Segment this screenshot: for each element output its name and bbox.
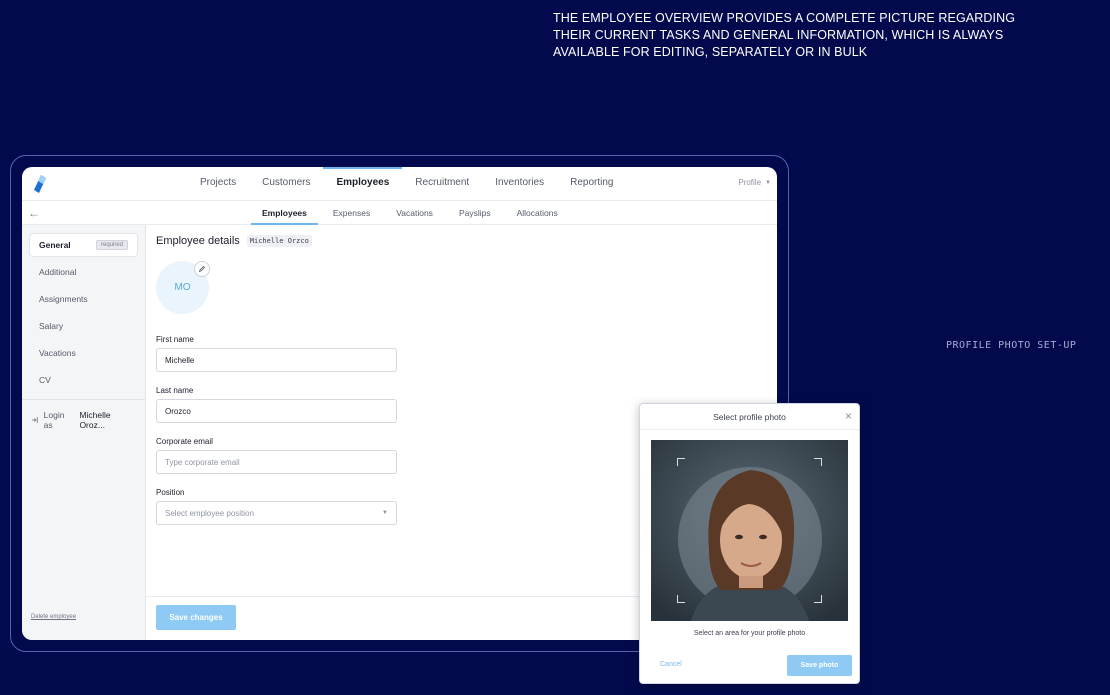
- profile-label: Profile: [738, 178, 762, 187]
- back-arrow-icon[interactable]: ←: [28, 206, 40, 220]
- crop-corner: [677, 595, 685, 603]
- sub-navigation: ← Employees Expenses Vacations Payslips …: [22, 201, 777, 225]
- sidebar: General required Additional Assignments …: [22, 225, 146, 640]
- last-name-input[interactable]: Orozco: [156, 399, 397, 423]
- sidebar-item-label: Salary: [39, 321, 64, 331]
- sidebar-item-cv[interactable]: CV: [30, 369, 137, 391]
- portrait-photo: [651, 440, 848, 621]
- nav-employees[interactable]: Employees: [323, 167, 403, 201]
- login-prefix: Login as: [43, 410, 65, 430]
- crop-corner: [677, 458, 685, 466]
- sidebar-item-salary[interactable]: Salary: [30, 315, 137, 337]
- last-name-field: Last name Orozco: [156, 386, 397, 423]
- select-photo-modal: Select profile photo × Select an area fo…: [639, 403, 860, 684]
- email-input[interactable]: Type corporate email: [156, 450, 397, 474]
- modal-title: Select profile photo: [640, 404, 859, 430]
- sidebar-item-label: General: [39, 240, 71, 250]
- save-changes-button[interactable]: Save changes: [156, 605, 236, 630]
- side-caption: PROFILE PHOTO SET-UP: [946, 340, 1077, 351]
- title-row: Employee details Michelle Orzco: [156, 235, 312, 247]
- tab-allocations[interactable]: Allocations: [504, 201, 571, 225]
- pencil-icon[interactable]: [194, 261, 210, 277]
- login-icon: [31, 417, 38, 423]
- sub-nav-items: Employees Expenses Vacations Payslips Al…: [249, 201, 571, 225]
- profile-menu[interactable]: Profile ▼: [738, 178, 771, 187]
- page-title: Employee details: [156, 235, 240, 247]
- headline-text: THE EMPLOYEE OVERVIEW PROVIDES A COMPLET…: [553, 11, 1016, 59]
- tab-vacations[interactable]: Vacations: [383, 201, 446, 225]
- position-select[interactable]: Select employee position ▼: [156, 501, 397, 525]
- login-name: Michelle Oroz...: [79, 410, 111, 430]
- sidebar-divider: [22, 399, 145, 400]
- sidebar-menu: General required Additional Assignments …: [22, 225, 145, 391]
- nav-reporting[interactable]: Reporting: [557, 167, 626, 201]
- cancel-button[interactable]: Cancel: [660, 661, 682, 668]
- position-placeholder: Select employee position: [165, 508, 254, 518]
- close-icon[interactable]: ×: [845, 409, 852, 423]
- email-field: Corporate email Type corporate email: [156, 437, 397, 474]
- sidebar-item-label: Additional: [39, 267, 77, 277]
- position-field: Position Select employee position ▼: [156, 488, 397, 525]
- position-label: Position: [156, 488, 185, 497]
- pencil-glyph: [198, 266, 205, 273]
- first-name-input[interactable]: Michelle: [156, 348, 397, 372]
- tab-payslips[interactable]: Payslips: [446, 201, 504, 225]
- logo-icon: [34, 175, 46, 193]
- nav-projects[interactable]: Projects: [187, 167, 249, 201]
- first-name-label: First name: [156, 335, 194, 344]
- required-badge: required: [95, 240, 128, 250]
- sidebar-item-label: Vacations: [39, 348, 76, 358]
- sidebar-item-general[interactable]: General required: [30, 234, 137, 256]
- top-navigation: Projects Customers Employees Recruitment…: [22, 167, 777, 201]
- sidebar-item-vacations[interactable]: Vacations: [30, 342, 137, 364]
- top-nav-items: Projects Customers Employees Recruitment…: [187, 167, 626, 201]
- sidebar-item-label: CV: [39, 375, 51, 385]
- crop-corner: [814, 458, 822, 466]
- nav-recruitment[interactable]: Recruitment: [402, 167, 482, 201]
- nav-customers[interactable]: Customers: [249, 167, 323, 201]
- chevron-down-icon: ▼: [382, 510, 388, 516]
- sidebar-item-additional[interactable]: Additional: [30, 261, 137, 283]
- sidebar-item-label: Assignments: [39, 294, 88, 304]
- last-name-label: Last name: [156, 386, 194, 395]
- sidebar-item-assignments[interactable]: Assignments: [30, 288, 137, 310]
- crop-corner: [814, 595, 822, 603]
- photo-crop-area[interactable]: [651, 440, 848, 621]
- crop-hint: Select an area for your profile photo: [693, 630, 806, 637]
- email-label: Corporate email: [156, 437, 213, 446]
- avatar-initials: MO: [174, 282, 191, 293]
- tab-employees[interactable]: Employees: [249, 201, 320, 225]
- chevron-down-icon: ▼: [765, 179, 771, 186]
- login-as-link[interactable]: Login as Michelle Oroz...: [22, 410, 145, 430]
- first-name-field: First name Michelle: [156, 335, 397, 372]
- save-photo-button[interactable]: Save photo: [787, 655, 852, 676]
- tab-expenses[interactable]: Expenses: [320, 201, 383, 225]
- nav-inventories[interactable]: Inventories: [482, 167, 557, 201]
- delete-employee-link[interactable]: Delete employee: [31, 614, 76, 620]
- employee-name-tag: Michelle Orzco: [246, 235, 312, 247]
